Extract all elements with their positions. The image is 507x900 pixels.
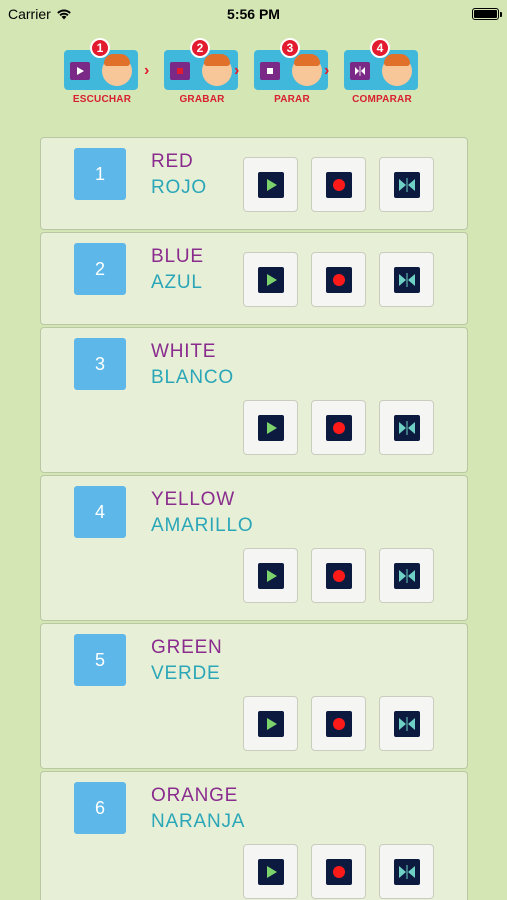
compare-button[interactable] xyxy=(379,548,434,603)
play-button[interactable] xyxy=(243,157,298,212)
play-button[interactable] xyxy=(243,696,298,751)
word-row: 3 WHITE BLANCO xyxy=(40,327,468,473)
word-row: 2 BLUE AZUL xyxy=(40,232,468,325)
step-label: ESCUCHAR xyxy=(72,94,132,105)
step-listen[interactable]: 1 ESCUCHAR xyxy=(62,38,142,110)
english-word: YELLOW xyxy=(151,489,235,510)
english-word: ORANGE xyxy=(151,785,239,806)
word-row: 6 ORANGE NARANJA xyxy=(40,771,468,900)
word-row: 5 GREEN VERDE xyxy=(40,623,468,769)
child-face-icon xyxy=(292,54,322,86)
row-controls xyxy=(243,548,434,603)
spanish-word: AMARILLO xyxy=(151,515,254,536)
record-icon xyxy=(325,858,352,885)
compare-icon xyxy=(393,562,420,589)
record-button[interactable] xyxy=(311,252,366,307)
word-number: 5 xyxy=(74,634,126,686)
wifi-icon xyxy=(56,9,71,20)
spanish-word: NARANJA xyxy=(151,811,246,832)
play-icon xyxy=(257,562,284,589)
play-button[interactable] xyxy=(243,252,298,307)
battery-icon xyxy=(472,8,502,20)
chevron-right-icon: › xyxy=(144,62,150,79)
row-controls xyxy=(243,252,434,307)
status-bar: Carrier 5:56 PM xyxy=(0,0,507,28)
word-list: 1 RED ROJO 2 BLUE AZUL 3 WHITE BLANCO 4 … xyxy=(40,137,468,900)
play-button[interactable] xyxy=(243,844,298,899)
child-face-icon xyxy=(382,54,412,86)
chevron-right-icon: › xyxy=(324,62,330,79)
compare-icon xyxy=(393,710,420,737)
play-button[interactable] xyxy=(243,548,298,603)
play-button[interactable] xyxy=(243,400,298,455)
step-label: PARAR xyxy=(274,94,310,105)
play-icon xyxy=(70,62,90,80)
row-controls xyxy=(243,157,434,212)
spanish-word: ROJO xyxy=(151,177,207,198)
clock: 5:56 PM xyxy=(227,6,280,22)
row-controls xyxy=(243,696,434,751)
step-label: GRABAR xyxy=(179,94,225,105)
english-word: BLUE xyxy=(151,246,204,267)
play-icon xyxy=(257,414,284,441)
compare-button[interactable] xyxy=(379,696,434,751)
compare-button[interactable] xyxy=(379,157,434,212)
word-row: 4 YELLOW AMARILLO xyxy=(40,475,468,621)
spanish-word: BLANCO xyxy=(151,367,234,388)
child-face-icon xyxy=(102,54,132,86)
step-compare[interactable]: 4 COMPARAR xyxy=(342,38,422,110)
step-label: COMPARAR xyxy=(352,94,412,105)
english-word: GREEN xyxy=(151,637,223,658)
word-number: 3 xyxy=(74,338,126,390)
record-button[interactable] xyxy=(311,844,366,899)
record-icon xyxy=(325,171,352,198)
child-face-icon xyxy=(202,54,232,86)
record-button[interactable] xyxy=(311,548,366,603)
word-number: 6 xyxy=(74,782,126,834)
record-button[interactable] xyxy=(311,400,366,455)
record-icon xyxy=(325,562,352,589)
word-number: 2 xyxy=(74,243,126,295)
play-icon xyxy=(257,266,284,293)
steps-header: 1 ESCUCHAR › 2 GRABAR › 3 PARAR › 4 COMP… xyxy=(62,38,452,110)
step-number-badge: 2 xyxy=(190,38,210,58)
step-record[interactable]: 2 GRABAR xyxy=(162,38,242,110)
spanish-word: AZUL xyxy=(151,272,203,293)
word-row: 1 RED ROJO xyxy=(40,137,468,230)
compare-icon xyxy=(393,171,420,198)
chevron-right-icon: › xyxy=(234,62,240,79)
english-word: WHITE xyxy=(151,341,217,362)
english-word: RED xyxy=(151,151,194,172)
carrier-group: Carrier xyxy=(8,6,72,22)
compare-icon xyxy=(350,62,370,80)
step-number-badge: 1 xyxy=(90,38,110,58)
record-icon xyxy=(325,414,352,441)
play-icon xyxy=(257,171,284,198)
step-stop[interactable]: 3 PARAR xyxy=(252,38,332,110)
compare-icon xyxy=(393,266,420,293)
carrier-label: Carrier xyxy=(8,6,51,22)
record-button[interactable] xyxy=(311,157,366,212)
spanish-word: VERDE xyxy=(151,663,221,684)
compare-button[interactable] xyxy=(379,252,434,307)
play-icon xyxy=(257,710,284,737)
step-number-badge: 4 xyxy=(370,38,390,58)
record-icon xyxy=(325,266,352,293)
word-number: 4 xyxy=(74,486,126,538)
compare-button[interactable] xyxy=(379,400,434,455)
record-icon xyxy=(325,710,352,737)
record-button[interactable] xyxy=(311,696,366,751)
word-number: 1 xyxy=(74,148,126,200)
compare-icon xyxy=(393,858,420,885)
row-controls xyxy=(243,400,434,455)
compare-icon xyxy=(393,414,420,441)
record-icon xyxy=(170,62,190,80)
stop-icon xyxy=(260,62,280,80)
step-number-badge: 3 xyxy=(280,38,300,58)
play-icon xyxy=(257,858,284,885)
compare-button[interactable] xyxy=(379,844,434,899)
row-controls xyxy=(243,844,434,899)
